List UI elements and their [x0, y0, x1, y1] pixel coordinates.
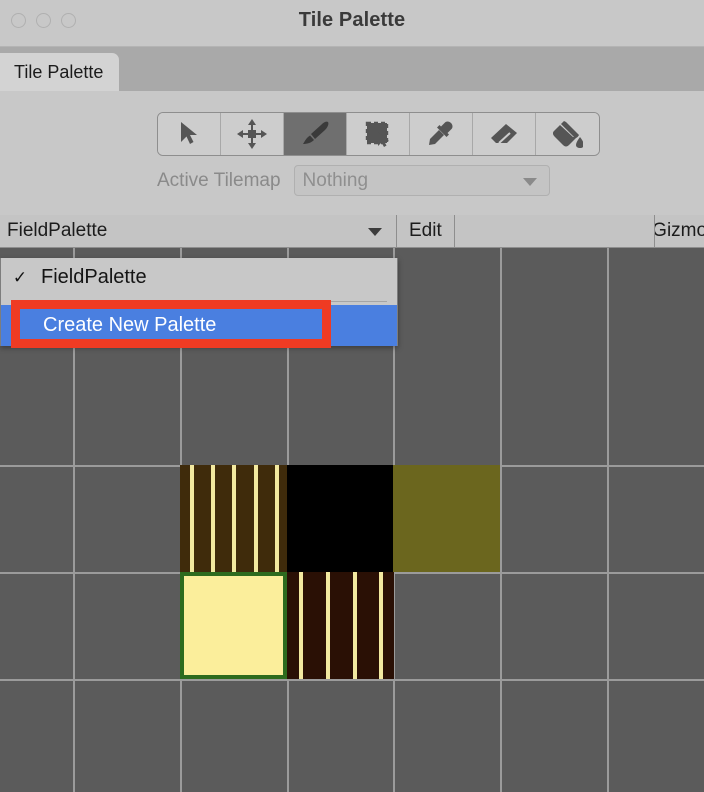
active-tilemap-label: Active Tilemap: [157, 169, 281, 191]
chevron-down-icon: [522, 177, 537, 186]
palette-toolbar: FieldPalette Edit Gizmos: [0, 215, 704, 248]
tile-dark-brown-striped[interactable]: [287, 572, 394, 679]
active-tilemap-row: Active Tilemap Nothing: [157, 165, 550, 196]
cursor-arrow-icon: [178, 121, 200, 147]
tile-light-yellow-selected[interactable]: [180, 572, 287, 679]
menu-item-create-new-palette[interactable]: Create New Palette: [1, 305, 397, 346]
tile-stripe: [211, 465, 215, 572]
picker-tool-button[interactable]: [410, 113, 473, 155]
grid-line-vertical: [607, 248, 609, 792]
erase-tool-button[interactable]: [473, 113, 536, 155]
tool-button-group: [157, 112, 600, 156]
palette-dropdown-menu: ✓ FieldPalette Create New Palette: [0, 258, 398, 346]
gizmos-button[interactable]: Gizmos: [654, 215, 704, 247]
marquee-select-icon: [364, 120, 392, 148]
tab-tile-palette[interactable]: Tile Palette: [0, 53, 120, 91]
active-tilemap-value: Nothing: [302, 169, 369, 191]
edit-button[interactable]: Edit: [397, 215, 455, 247]
select-tool-button[interactable]: [158, 113, 221, 155]
tile-stripe: [232, 465, 236, 572]
eyedropper-icon: [427, 120, 455, 148]
chevron-down-icon: [368, 228, 382, 236]
box-fill-tool-button[interactable]: [347, 113, 410, 155]
window-titlebar: Tile Palette: [0, 0, 704, 47]
menu-separator: [11, 301, 387, 302]
paint-tool-button[interactable]: [284, 113, 347, 155]
tile-stripe: [353, 572, 357, 679]
palette-select-value: FieldPalette: [7, 220, 108, 241]
palette-select-dropdown[interactable]: FieldPalette: [0, 215, 397, 247]
tab-label: Tile Palette: [14, 61, 104, 82]
grid-line-vertical: [500, 248, 502, 792]
tab-bar: Tile Palette: [0, 47, 704, 91]
menu-item-label: FieldPalette: [41, 266, 147, 288]
tile-black[interactable]: [287, 465, 394, 572]
tile-palette-window: Tile Palette Tile Palette Active Tilemap…: [0, 0, 704, 792]
tile-stripe: [190, 465, 194, 572]
tile-olive[interactable]: [393, 465, 500, 572]
paintbrush-icon: [300, 121, 330, 147]
fill-tool-button[interactable]: [536, 113, 599, 155]
tile-stripe: [254, 465, 258, 572]
gizmos-button-label: Gizmos: [654, 220, 704, 241]
eraser-icon: [489, 122, 519, 146]
palette-toolbar-spacer: [454, 215, 655, 247]
tile-stripe-pattern: [180, 465, 287, 572]
tile-stripe: [326, 572, 330, 679]
move-tool-button[interactable]: [221, 113, 284, 155]
tile-stripe: [299, 572, 303, 679]
tile-stripe: [379, 572, 383, 679]
tile-stripe: [275, 465, 279, 572]
active-tilemap-dropdown[interactable]: Nothing: [293, 165, 550, 196]
checkmark-icon: ✓: [12, 267, 28, 287]
grid-line-horizontal: [0, 679, 704, 681]
window-title: Tile Palette: [298, 9, 406, 31]
edit-button-label: Edit: [409, 220, 442, 241]
menu-item-fieldpalette[interactable]: ✓ FieldPalette: [1, 258, 397, 297]
paint-bucket-icon: [552, 120, 583, 148]
tile-stripe-pattern: [287, 572, 394, 679]
tool-pane: Active Tilemap Nothing: [0, 91, 704, 215]
menu-item-label: Create New Palette: [43, 314, 217, 336]
move-arrows-icon: [237, 119, 267, 149]
tile-brown-striped[interactable]: [180, 465, 287, 572]
